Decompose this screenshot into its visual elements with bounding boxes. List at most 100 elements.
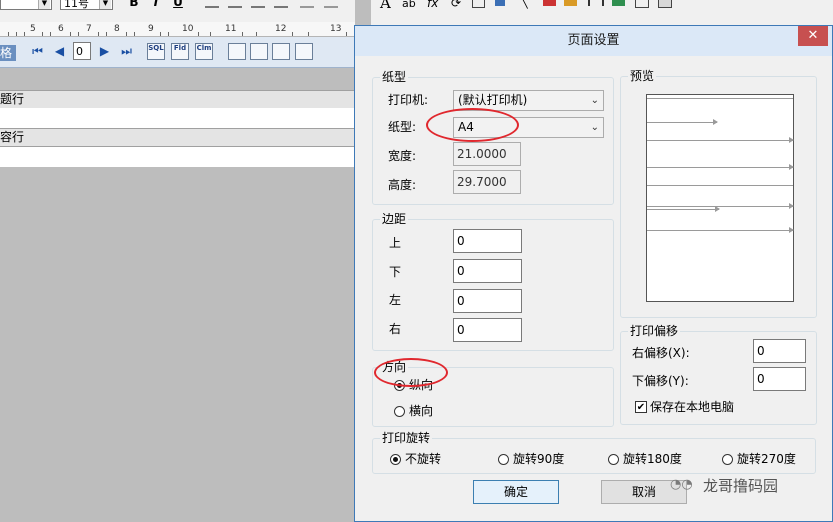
navigator-label: 格	[0, 45, 17, 61]
column-tool-icon[interactable]: Clm	[195, 43, 213, 60]
print-offset-group: 打印偏移 右偏移(X): 0 下偏移(Y): 0 ✔ 保存在本地电脑	[620, 324, 817, 425]
margin-left-label: 左	[389, 293, 402, 307]
chevron-down-icon: ▼	[99, 0, 111, 9]
margin-top-label: 上	[389, 236, 402, 250]
title-band-body[interactable]	[0, 108, 355, 128]
font-name-combo[interactable]: ▼	[0, 0, 52, 10]
down-offset-input[interactable]: 0	[753, 367, 806, 391]
italic-button[interactable]: I	[148, 0, 164, 9]
font-size-combo[interactable]: 11号 ▼	[60, 0, 113, 10]
text-style-icon[interactable]: A	[380, 0, 391, 12]
dialog-title: 页面设置	[567, 33, 620, 48]
report-navigator: 格 ⏮ ◀ 0 ▶ ⏭ SQL Fld Clm	[0, 37, 355, 68]
width-label: 宽度:	[388, 149, 417, 163]
ruler-number: 12	[275, 24, 287, 34]
margin-right-input[interactable]: 0	[453, 318, 522, 342]
rotation-label-180[interactable]: 旋转180度	[623, 451, 682, 467]
print-rotation-group-label: 打印旋转	[380, 431, 433, 445]
ruler-number: 9	[148, 24, 154, 34]
ruler-number: 7	[86, 24, 92, 34]
content-band-header[interactable]: 容行	[0, 128, 355, 147]
preview-group-label: 预览	[628, 69, 657, 83]
page-setup-dialog: 页面设置 ✕ 纸型 打印机: (默认打印机) ⌄ 纸型: A4 ⌄ 宽度: 21…	[354, 25, 833, 522]
ruler-number: 8	[114, 24, 120, 34]
layout-icon[interactable]	[272, 43, 290, 60]
paper-label: 纸型:	[388, 120, 417, 134]
chevron-down-icon: ⌄	[590, 122, 599, 133]
margin-right-label: 右	[389, 322, 402, 336]
column-icon[interactable]	[300, 0, 314, 8]
ruler-number: 6	[58, 24, 64, 34]
field-icon[interactable]: Fld	[171, 43, 189, 60]
ruler-number: 13	[330, 24, 342, 34]
table-icon[interactable]	[658, 0, 672, 8]
last-page-icon[interactable]: ⏭	[119, 44, 134, 59]
format-toolbar: ▼ 11号 ▼ B I U	[0, 0, 355, 23]
paper-group: 纸型 打印机: (默认打印机) ⌄ 纸型: A4 ⌄ 宽度: 21.0000 高…	[372, 70, 614, 205]
landscape-radio[interactable]	[394, 406, 405, 417]
width-field: 21.0000	[453, 142, 521, 166]
save-local-checkbox[interactable]: ✔	[635, 401, 647, 413]
image-icon[interactable]	[472, 0, 485, 8]
layout-icon[interactable]	[295, 43, 313, 60]
save-local-label[interactable]: 保存在本地电脑	[650, 399, 734, 415]
underline-button[interactable]: U	[170, 0, 186, 9]
next-page-icon[interactable]: ▶	[97, 44, 112, 59]
first-page-icon[interactable]: ⏮	[30, 44, 45, 59]
align-center-icon[interactable]	[228, 0, 242, 8]
rotation-label-0[interactable]: 不旋转	[405, 451, 441, 467]
title-band-header[interactable]: 题行	[0, 90, 355, 109]
preview-page	[646, 94, 794, 302]
paper-group-label: 纸型	[380, 70, 409, 84]
rotation-radio-0[interactable]	[390, 454, 401, 465]
rotation-radio-90[interactable]	[498, 454, 509, 465]
barcode-icon[interactable]	[588, 0, 604, 6]
down-offset-label: 下偏移(Y):	[632, 374, 689, 388]
watermark-text: 龙哥撸码园	[703, 477, 779, 495]
align-left-icon[interactable]	[205, 0, 219, 8]
print-rotation-group: 打印旋转 不旋转 旋转90度 旋转180度 旋转270度	[372, 431, 816, 474]
line-icon[interactable]: ╲	[521, 0, 528, 9]
align-right-icon[interactable]	[251, 0, 265, 8]
landscape-label[interactable]: 横向	[409, 403, 433, 419]
chart-icon[interactable]	[543, 0, 556, 6]
margin-left-input[interactable]: 0	[453, 289, 522, 313]
dialog-title-bar[interactable]: 页面设置 ✕	[355, 26, 832, 56]
insert-toolbar: A ab fx ⟳ ╲	[371, 0, 833, 25]
margin-bottom-label: 下	[389, 265, 402, 279]
rotation-label-270[interactable]: 旋转270度	[737, 451, 796, 467]
bold-button[interactable]: B	[126, 0, 142, 9]
content-band-body[interactable]	[0, 147, 355, 167]
sql-icon[interactable]: SQL	[147, 43, 165, 60]
refresh-icon[interactable]: ⟳	[451, 0, 461, 10]
layout-icon[interactable]	[228, 43, 246, 60]
grid-icon[interactable]	[635, 0, 649, 8]
printer-value: (默认打印机)	[458, 93, 528, 107]
right-offset-input[interactable]: 0	[753, 339, 806, 363]
paper-size-highlight	[426, 108, 519, 142]
wechat-icon: ◔◔	[670, 477, 693, 492]
layout-icon[interactable]	[250, 43, 268, 60]
watermark: ◔◔ 龙哥撸码园	[670, 474, 778, 498]
align-justify-icon[interactable]	[274, 0, 288, 8]
margins-group-label: 边距	[380, 212, 409, 226]
height-label: 高度:	[388, 178, 417, 192]
bar-chart-icon[interactable]	[612, 0, 625, 6]
graph-icon[interactable]	[564, 0, 577, 6]
rotation-radio-270[interactable]	[722, 454, 733, 465]
rotation-label-90[interactable]: 旋转90度	[513, 451, 564, 467]
picture-icon[interactable]	[495, 0, 505, 6]
formula-icon[interactable]: fx	[427, 0, 438, 10]
margins-group: 边距 上 0 下 0 左 0 右 0	[372, 212, 614, 351]
margin-bottom-input[interactable]: 0	[453, 259, 522, 283]
text-abc-icon[interactable]: ab	[402, 0, 416, 10]
ok-button[interactable]: 确定	[473, 480, 559, 504]
rotation-radio-180[interactable]	[608, 454, 619, 465]
close-icon[interactable]: ✕	[798, 26, 828, 46]
print-offset-group-label: 打印偏移	[628, 324, 681, 338]
prev-page-icon[interactable]: ◀	[52, 44, 67, 59]
column-icon[interactable]	[324, 0, 338, 8]
page-number-input[interactable]: 0	[73, 42, 91, 60]
height-field: 29.7000	[453, 170, 521, 194]
margin-top-input[interactable]: 0	[453, 229, 522, 253]
